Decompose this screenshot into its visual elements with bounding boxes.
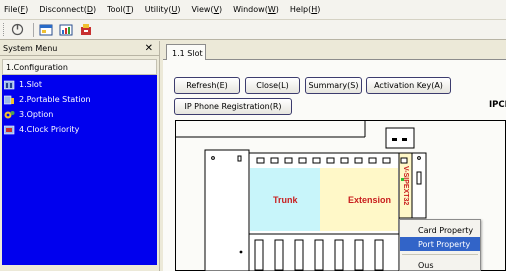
- configuration-list: 1.Slot 2.Portable Station 3.Option 4.Clo…: [2, 75, 157, 265]
- context-menu-port-property[interactable]: Port Property: [400, 237, 480, 251]
- summary-button[interactable]: Summary(S): [305, 77, 362, 94]
- menu-utility[interactable]: Utility(U): [145, 5, 181, 14]
- close-icon[interactable]: ✕: [145, 43, 153, 54]
- power-module: [204, 149, 250, 271]
- ip-phone-registration-button[interactable]: IP Phone Registration(R): [174, 98, 292, 115]
- context-menu-ous[interactable]: Ous: [400, 258, 480, 271]
- menu-window[interactable]: Window(W): [233, 5, 279, 14]
- sidebar-item-option[interactable]: 3.Option: [2, 107, 157, 122]
- menu-bar: File(F) Disconnect(D) Tool(T) Utility(U)…: [0, 0, 506, 19]
- power-led-right: [402, 138, 407, 141]
- tools-icon[interactable]: [78, 22, 94, 38]
- toolbar: [0, 19, 506, 40]
- sidebar-item-portable-station[interactable]: 2.Portable Station: [2, 92, 157, 107]
- stats-icon[interactable]: [58, 22, 74, 38]
- menu-tool[interactable]: Tool(T): [107, 5, 134, 14]
- slot-icon: [3, 80, 15, 90]
- context-menu-separator: [402, 254, 478, 255]
- portable-station-icon: [3, 95, 15, 105]
- card-led: [400, 157, 408, 164]
- trunk-label: Trunk: [273, 195, 298, 205]
- slot-context-menu: Card Property Port Property Ous: [399, 219, 481, 271]
- connect-icon[interactable]: [9, 22, 25, 38]
- sidebar-item-label: 2.Portable Station: [19, 95, 91, 104]
- layout-icon[interactable]: [38, 22, 54, 38]
- power-led-left: [392, 138, 397, 141]
- sidebar-item-clock-priority[interactable]: 4.Clock Priority: [2, 122, 157, 137]
- tab-slot[interactable]: 1.1 Slot: [166, 44, 206, 61]
- extension-label: Extension: [348, 195, 391, 205]
- cabinet-title: IPCMPR V: [489, 100, 506, 110]
- system-menu-panel: System Menu ✕ 1.Configuration 1.Slot 2.P…: [0, 41, 160, 271]
- menu-view[interactable]: View(V): [191, 5, 222, 14]
- power-indicator: [385, 127, 415, 149]
- configuration-group-label: 1.Configuration: [6, 62, 68, 72]
- power-module-screw-bottom: [239, 250, 243, 254]
- activation-key-button[interactable]: Activation Key(A): [366, 77, 451, 94]
- menu-disconnect[interactable]: Disconnect(D): [39, 5, 96, 14]
- sidebar-item-slot[interactable]: 1.Slot: [2, 77, 157, 92]
- toolbar-separator: [33, 22, 34, 37]
- sidebar-item-label: 3.Option: [19, 110, 54, 119]
- tab-slot-label: 1.1 Slot: [172, 48, 203, 58]
- close-button[interactable]: Close(L): [245, 77, 300, 94]
- system-menu-title: System Menu: [3, 43, 58, 53]
- refresh-button[interactable]: Refresh(E): [174, 77, 240, 94]
- context-menu-card-property[interactable]: Card Property: [400, 223, 480, 237]
- system-menu-header: System Menu ✕: [0, 41, 159, 56]
- configuration-group[interactable]: 1.Configuration: [2, 59, 157, 75]
- menu-file[interactable]: File(F): [4, 5, 28, 14]
- card-label: V-SIPEXT32: [402, 166, 409, 205]
- toolbar-grip[interactable]: [3, 23, 6, 36]
- clock-priority-icon: [3, 125, 15, 135]
- menu-help[interactable]: Help(H): [290, 5, 321, 14]
- right-slot: [411, 152, 427, 219]
- option-icon: [4, 110, 15, 120]
- sidebar-item-label: 4.Clock Priority: [19, 125, 80, 134]
- sidebar-item-label: 1.Slot: [19, 80, 42, 89]
- tab-strip: 1.1 Slot: [163, 43, 506, 61]
